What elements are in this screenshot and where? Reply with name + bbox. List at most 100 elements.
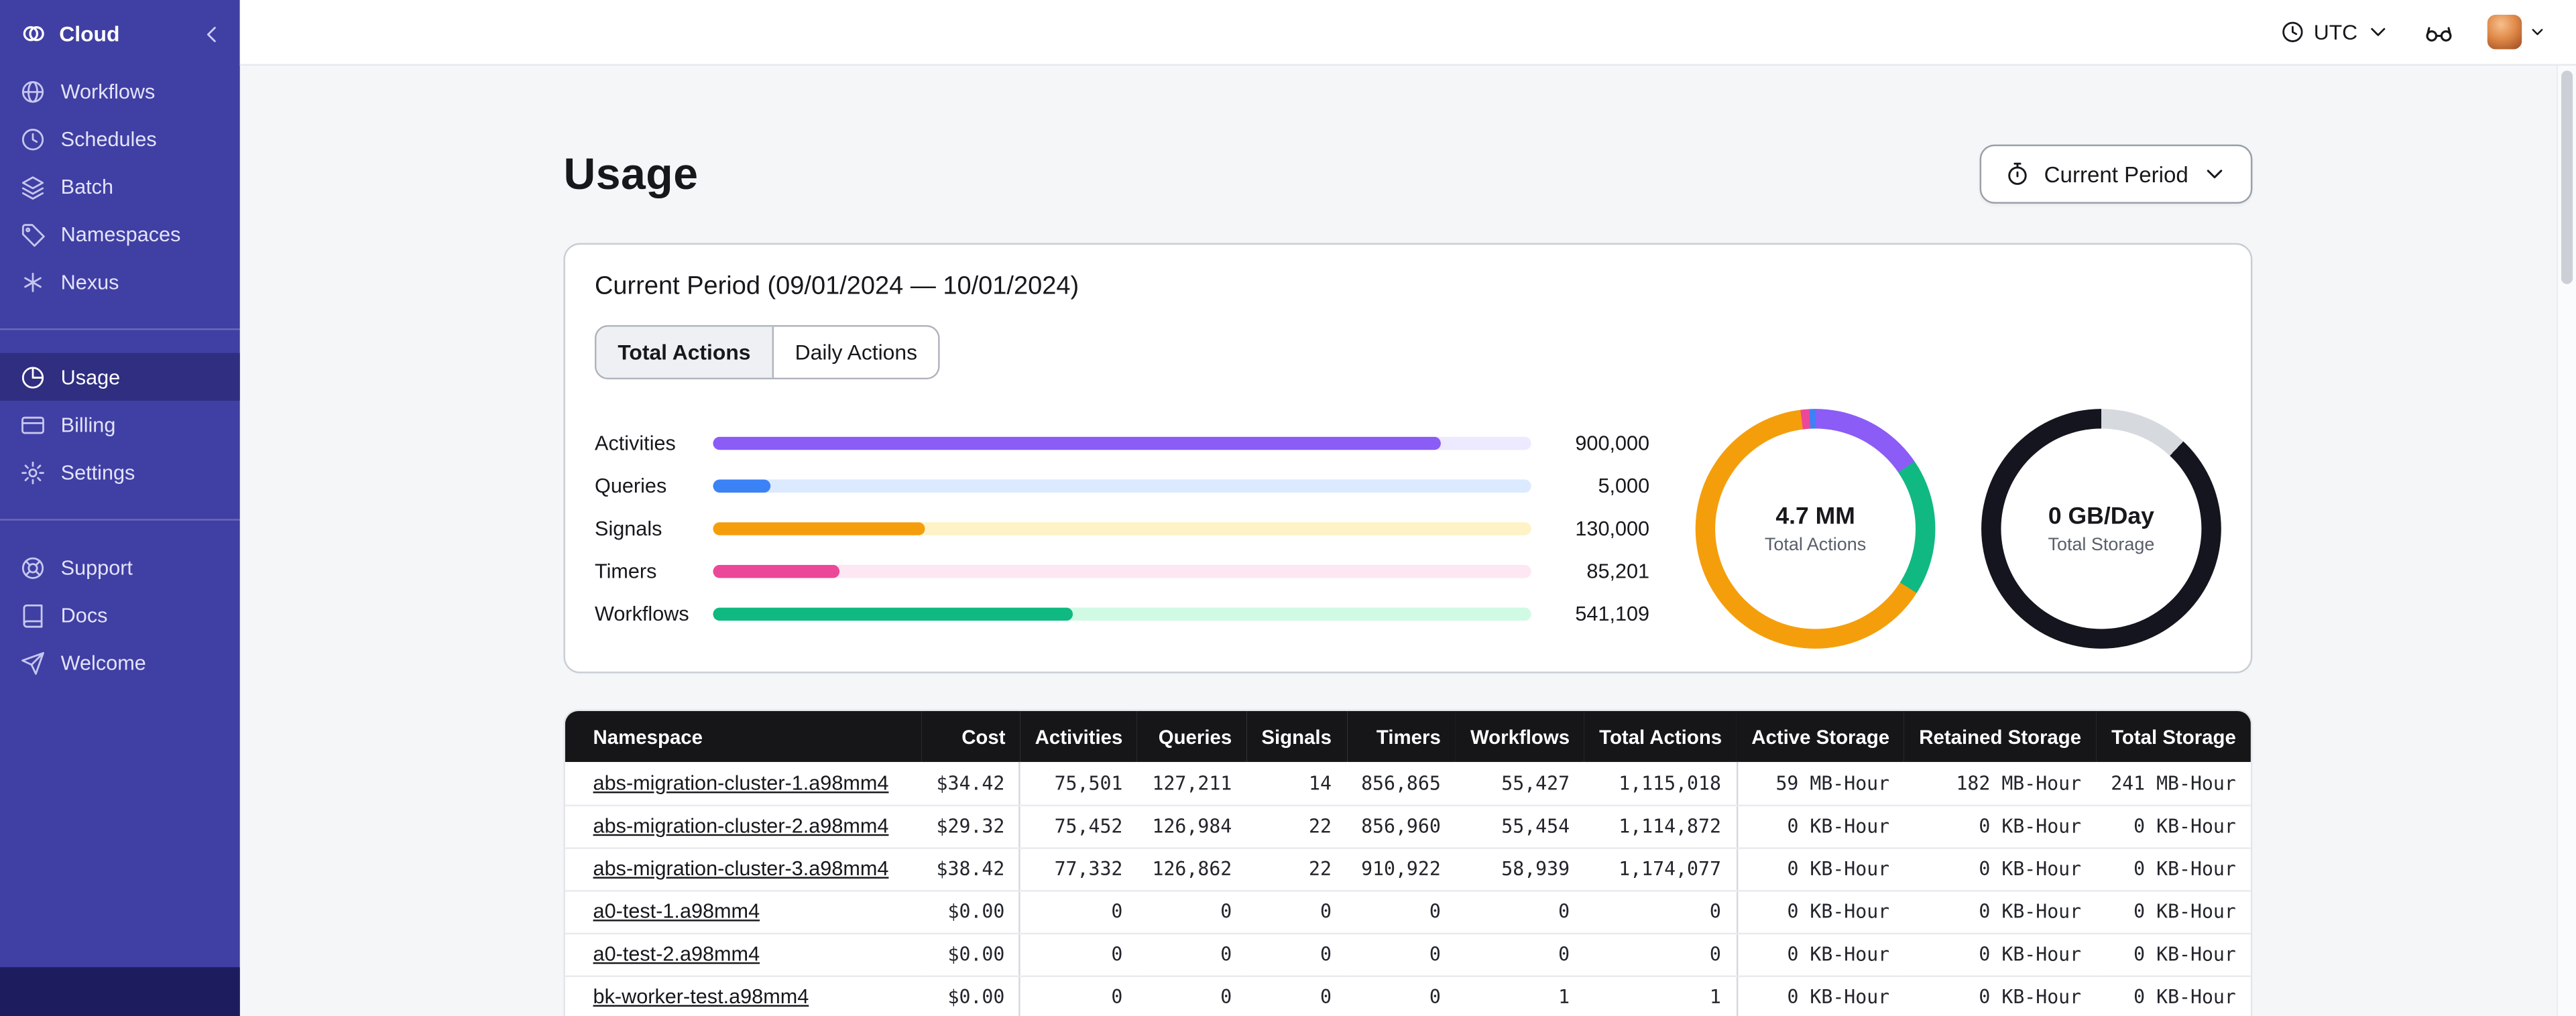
- column-header-namespace: Namespace: [565, 710, 922, 762]
- account-menu[interactable]: [2487, 15, 2546, 50]
- table-cell: 0 KB-Hour: [1904, 890, 2097, 934]
- bar-label: Workflows: [595, 602, 689, 626]
- sidebar-item-label: Namespaces: [60, 223, 181, 246]
- labs-mode-button[interactable]: [2423, 17, 2455, 48]
- total-actions-donut: 4.7 MM Total Actions: [1695, 409, 1936, 649]
- table-row: abs-migration-cluster-3.a98mm4 $38.42 77,3…: [565, 847, 2251, 891]
- sidebar-collapse-button[interactable]: [200, 22, 223, 45]
- bar-label: Queries: [595, 474, 667, 498]
- column-header-total-actions: Total Actions: [1584, 710, 1737, 762]
- bar-track: [713, 479, 1531, 493]
- namespace-link[interactable]: a0-test-2.a98mm4: [593, 942, 760, 965]
- scrollbar-thumb[interactable]: [2561, 70, 2573, 284]
- table-cell: $0.00: [921, 932, 1021, 976]
- avatar[interactable]: [2487, 15, 2522, 50]
- sidebar-item-welcome[interactable]: Welcome: [0, 639, 240, 686]
- table-cell: 55,454: [1455, 804, 1585, 848]
- workflows-icon: [19, 78, 46, 104]
- sidebar-item-settings[interactable]: Settings: [0, 448, 240, 496]
- sidebar-nav: Workflows Schedules Batch Namespaces Nexus U…: [0, 61, 240, 1016]
- period-selector-button[interactable]: Current Period: [1980, 144, 2253, 204]
- bar-track: [713, 564, 1531, 578]
- table-cell: 910,922: [1346, 847, 1456, 891]
- timezone-label: UTC: [2313, 19, 2358, 45]
- bar-fill: [713, 564, 840, 578]
- donut-center: 4.7 MM Total Actions: [1696, 409, 1936, 649]
- table-cell: 0: [1020, 975, 1138, 1016]
- usage-bar-row-timers: Timers 85,201: [595, 550, 1649, 593]
- sidebar-item-label: Welcome: [60, 651, 146, 674]
- table-cell: 0: [1137, 890, 1247, 934]
- sidebar-item-schedules[interactable]: Schedules: [0, 115, 240, 163]
- namespace-link[interactable]: bk-worker-test.a98mm4: [593, 985, 809, 1008]
- table-cell: 241 MB-Hour: [2096, 761, 2251, 806]
- table-row: a0-test-2.a98mm4 $0.00 0 0 0 0 0 0 0 KB-Hour 0 KB…: [565, 932, 2251, 976]
- table-header: Namespace Cost Activities Queries Signals Tim…: [565, 710, 2251, 762]
- table-cell: 127,211: [1137, 761, 1247, 806]
- sidebar: Cloud Workflows Schedules Batch Namespaces N…: [0, 0, 240, 1016]
- namespace-cell: abs-migration-cluster-1.a98mm4: [565, 761, 922, 806]
- table-cell: 126,984: [1137, 804, 1247, 848]
- sidebar-item-usage[interactable]: Usage: [0, 353, 240, 401]
- bar-fill: [713, 522, 926, 535]
- sidebar-item-docs[interactable]: Docs: [0, 591, 240, 639]
- table-cell: $34.42: [921, 761, 1021, 806]
- table-cell: 59 MB-Hour: [1737, 761, 1905, 806]
- namespace-link[interactable]: abs-migration-cluster-2.a98mm4: [593, 814, 889, 837]
- table-cell: 75,501: [1020, 761, 1138, 806]
- main-content: Usage Current Period Current Period (09/…: [240, 66, 2576, 1016]
- sidebar-item-workflows[interactable]: Workflows: [0, 67, 240, 115]
- bar-track: [713, 607, 1531, 621]
- table-cell: 182 MB-Hour: [1904, 761, 2097, 806]
- sidebar-item-label: Settings: [60, 460, 135, 484]
- table-cell: 58,939: [1455, 847, 1585, 891]
- namespace-link[interactable]: abs-migration-cluster-1.a98mm4: [593, 771, 889, 794]
- support-icon: [19, 554, 46, 580]
- sidebar-item-support[interactable]: Support: [0, 544, 240, 591]
- bar-fill: [713, 607, 1073, 621]
- table-cell: 77,332: [1020, 847, 1138, 891]
- bar-value: 5,000: [1598, 474, 1650, 498]
- sidebar-item-label: Nexus: [60, 270, 119, 294]
- bar-value: 900,000: [1575, 432, 1650, 455]
- content-column: Usage Current Period Current Period (09/…: [563, 144, 2253, 1016]
- temporal-logo-icon: [19, 19, 48, 48]
- sidebar-item-label: Schedules: [60, 127, 157, 151]
- sidebar-item-billing[interactable]: Billing: [0, 401, 240, 448]
- sidebar-item-label: Billing: [60, 413, 116, 436]
- vertical-scrollbar[interactable]: [2556, 66, 2576, 1016]
- table-cell: 75,452: [1020, 804, 1138, 848]
- table-cell: 0 KB-Hour: [1904, 975, 2097, 1016]
- chevron-down-icon: [2365, 19, 2390, 44]
- billing-icon: [19, 411, 46, 438]
- chevron-down-icon: [2528, 23, 2546, 41]
- total-actions-value: 4.7 MM: [1775, 503, 1855, 530]
- namespace-cell: a0-test-1.a98mm4: [565, 890, 922, 934]
- table-cell: $38.42: [921, 847, 1021, 891]
- batch-icon: [19, 174, 46, 200]
- tab-daily-actions[interactable]: Daily Actions: [772, 326, 939, 378]
- timezone-selector[interactable]: UTC: [2281, 19, 2390, 44]
- table-cell: 126,862: [1137, 847, 1247, 891]
- bar-fill: [713, 479, 770, 493]
- charts-row: Activities 900,000 Queries 5,000 Signals 130,…: [595, 409, 2221, 649]
- sidebar-item-namespaces[interactable]: Namespaces: [0, 210, 240, 258]
- table-cell: 0 KB-Hour: [1737, 932, 1905, 976]
- usage-table: Namespace Cost Activities Queries Signals Tim…: [563, 709, 2253, 1016]
- table-cell: $29.32: [921, 804, 1021, 848]
- table-cell: 0: [1020, 890, 1138, 934]
- page-title: Usage: [563, 148, 699, 198]
- usage-bar-row-queries: Queries 5,000: [595, 464, 1649, 507]
- table-cell: 856,865: [1346, 761, 1456, 806]
- tab-total-actions[interactable]: Total Actions: [596, 326, 772, 378]
- table-cell: 0 KB-Hour: [2096, 932, 2251, 976]
- table-cell: 0: [1455, 932, 1585, 976]
- column-header-total-storage: Total Storage: [2096, 710, 2251, 762]
- table-cell: 22: [1246, 847, 1347, 891]
- sidebar-item-nexus[interactable]: Nexus: [0, 258, 240, 306]
- namespace-link[interactable]: abs-migration-cluster-3.a98mm4: [593, 857, 889, 880]
- namespace-link[interactable]: a0-test-1.a98mm4: [593, 900, 760, 923]
- table-cell: 0 KB-Hour: [1904, 932, 2097, 976]
- sidebar-item-batch[interactable]: Batch: [0, 163, 240, 210]
- column-header-cost: Cost: [921, 710, 1020, 762]
